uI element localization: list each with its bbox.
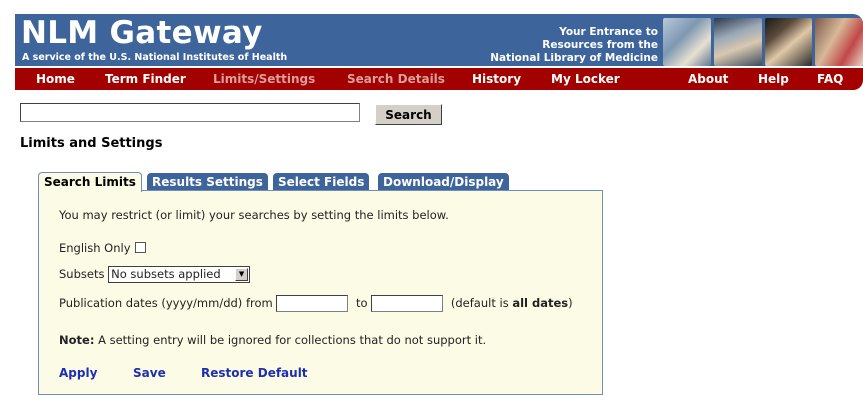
header-photo [815, 18, 863, 66]
nav-home[interactable]: Home [36, 68, 75, 90]
subsets-select[interactable]: No subsets applied ▼ [108, 266, 251, 283]
tagline-line-2: Resources from the [542, 39, 658, 51]
english-only-checkbox[interactable] [134, 242, 146, 253]
header-photo [663, 18, 711, 66]
nav-term-finder[interactable]: Term Finder [105, 68, 186, 90]
main-nav: Home Term Finder Limits/Settings Search … [15, 68, 863, 90]
nav-my-locker[interactable]: My Locker [551, 68, 620, 90]
save-link[interactable]: Save [133, 366, 166, 380]
collections-note: Note: A setting entry will be ignored fo… [59, 333, 486, 347]
english-only-label: English Only [59, 241, 131, 255]
note-label: Note: [59, 333, 95, 347]
brand-title: NLM Gateway [21, 15, 263, 51]
limits-intro: You may restrict (or limit) your searche… [59, 208, 449, 222]
nav-faq[interactable]: FAQ [817, 68, 843, 90]
default-all-dates: all dates [512, 296, 569, 310]
nav-help[interactable]: Help [758, 68, 789, 90]
search-limits-panel: You may restrict (or limit) your searche… [38, 190, 603, 395]
search-input[interactable] [20, 103, 360, 122]
nav-about[interactable]: About [688, 68, 728, 90]
nav-limits-settings[interactable]: Limits/Settings [213, 68, 315, 90]
date-to-label: to [356, 296, 368, 310]
search-button[interactable]: Search [375, 104, 442, 125]
brand-subtitle: A service of the U.S. National Institute… [22, 52, 288, 63]
subsets-row: Subsets No subsets applied ▼ [59, 266, 251, 283]
tab-search-limits[interactable]: Search Limits [38, 172, 142, 192]
english-only-row: English Only [59, 241, 146, 255]
pubdates-row: Publication dates (yyyy/mm/dd) from to (… [59, 295, 573, 312]
pubdates-label: Publication dates (yyyy/mm/dd) from [59, 296, 273, 310]
restore-default-link[interactable]: Restore Default [201, 366, 308, 380]
header-photo [713, 18, 762, 66]
tagline-line-3: National Library of Medicine [490, 52, 658, 64]
subsets-selected-value: No subsets applied [111, 267, 221, 281]
header-photo [764, 18, 813, 66]
default-note: (default is all dates) [451, 296, 573, 310]
default-prefix: (default is [450, 296, 513, 310]
apply-link[interactable]: Apply [59, 366, 97, 380]
header-banner: NLM Gateway A service of the U.S. Nation… [15, 14, 863, 66]
default-suffix: ) [568, 296, 573, 310]
tagline: Your Entrance to Resources from the Nati… [418, 26, 658, 65]
header-photo-strip [663, 18, 863, 66]
nav-history[interactable]: History [472, 68, 521, 90]
tagline-line-1: Your Entrance to [559, 26, 658, 38]
note-text: A setting entry will be ignored for coll… [94, 333, 487, 347]
date-to-input[interactable] [371, 295, 444, 312]
chevron-down-icon: ▼ [235, 268, 249, 281]
date-from-input[interactable] [276, 295, 349, 312]
subsets-label: Subsets [59, 267, 105, 281]
nav-search-details[interactable]: Search Details [347, 68, 445, 90]
page-title: Limits and Settings [20, 136, 163, 151]
